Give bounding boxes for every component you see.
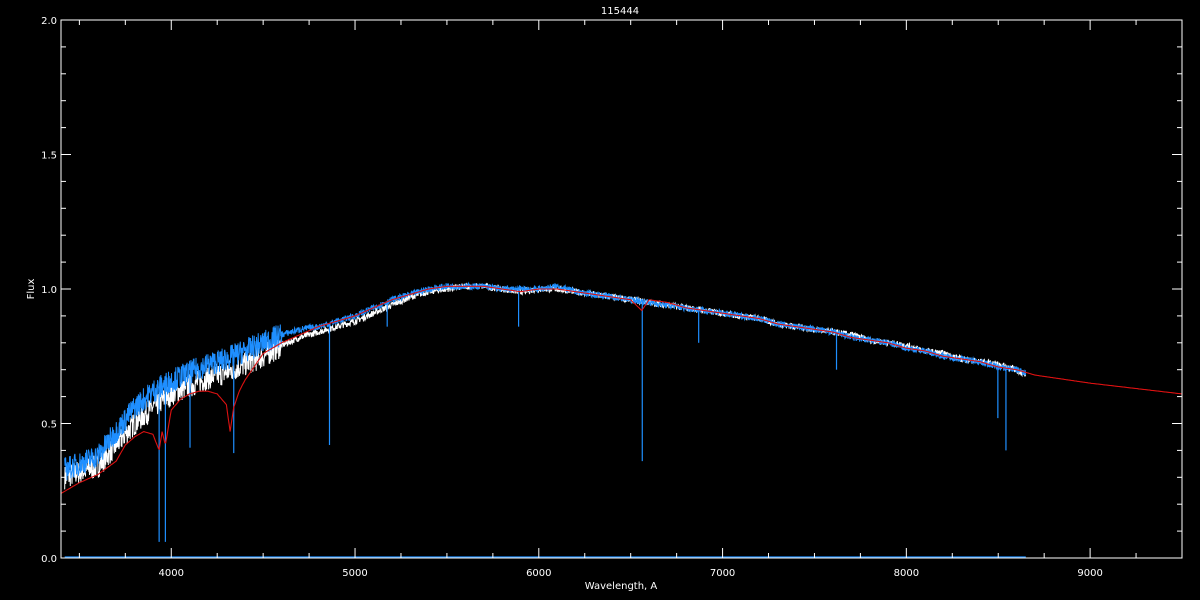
x-tick-label: 6000 bbox=[526, 568, 551, 579]
y-tick-label: 2.0 bbox=[41, 16, 57, 27]
y-tick-label: 0.5 bbox=[41, 420, 57, 431]
x-tick-label: 9000 bbox=[1077, 568, 1102, 579]
chart-title: 115444 bbox=[601, 6, 639, 17]
y-tick-label: 0.0 bbox=[41, 554, 57, 565]
x-axis-label: Wavelength, A bbox=[585, 581, 658, 592]
spectrum-chart: 115444 4000 5000 6000 7000 8000 9000 0.0 0.5 1.0… bbox=[0, 0, 1200, 600]
y-tick-label: 1.5 bbox=[41, 151, 57, 162]
x-tick-label: 5000 bbox=[342, 568, 367, 579]
x-tick-label: 7000 bbox=[710, 568, 735, 579]
y-tick-label: 1.0 bbox=[41, 285, 57, 296]
x-tick-label: 4000 bbox=[159, 568, 184, 579]
y-axis-label: Flux bbox=[26, 279, 37, 300]
x-tick-label: 8000 bbox=[894, 568, 919, 579]
chart-background bbox=[0, 0, 1200, 600]
